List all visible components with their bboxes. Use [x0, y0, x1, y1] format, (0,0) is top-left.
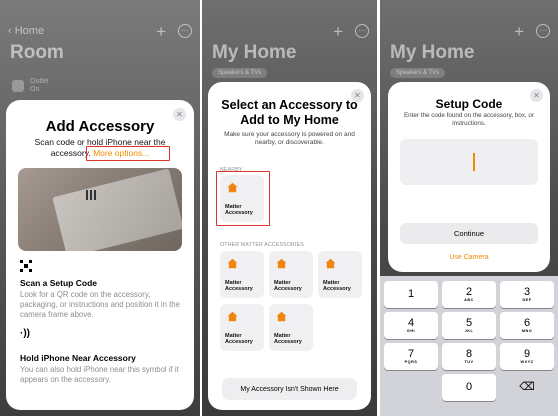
outlet-status: On	[30, 86, 40, 94]
nfc-icon: ·))	[20, 328, 30, 339]
outlet-tile[interactable]: Outlet On	[12, 78, 49, 95]
key-letters: DEF	[522, 297, 532, 302]
tile-label: Matter Accessory	[225, 332, 253, 346]
sheet-subtitle: Enter the code found on the accessory, b…	[403, 112, 535, 128]
key-7[interactable]: 7 PQRS	[384, 343, 438, 370]
key-number: 6	[523, 316, 531, 329]
scan-title: Scan a Setup Code	[20, 278, 97, 288]
house-icon	[325, 258, 336, 269]
house-icon	[276, 258, 287, 269]
highlight-more-options	[86, 146, 170, 161]
back-label: Home	[14, 25, 45, 37]
plus-icon[interactable]: +	[333, 23, 343, 40]
delete-key[interactable]: ⌫	[500, 374, 554, 401]
add-accessory-sheet: ✕ Add Accessory Scan code or hold iPhone…	[6, 100, 194, 410]
matter-accessory-tile[interactable]: Matter Accessory	[269, 304, 313, 351]
hold-title: Hold iPhone Near Accessory	[20, 353, 136, 363]
key-8[interactable]: 8 TUV	[442, 343, 496, 370]
key-number: 7	[407, 347, 415, 360]
key-blank	[384, 374, 438, 401]
nav-bar: + ···	[210, 22, 369, 40]
backspace-icon: ⌫	[519, 381, 535, 393]
category-chip[interactable]: Speakers & TVs	[212, 68, 268, 78]
plus-icon[interactable]: +	[156, 23, 166, 40]
key-number: 8	[465, 347, 473, 360]
nav-bar: ‹ Home + ···	[8, 22, 192, 40]
matter-accessory-tile[interactable]: Matter Accessory	[269, 251, 313, 298]
more-icon[interactable]: ···	[536, 24, 550, 38]
matter-accessory-tile[interactable]: Matter Accessory	[220, 251, 264, 298]
plus-icon[interactable]: +	[514, 23, 524, 40]
key-letters: WXYZ	[520, 359, 534, 364]
key-number: 2	[465, 285, 473, 298]
other-section-label: OTHER MATTER ACCESSORIES	[220, 242, 304, 248]
house-icon	[227, 258, 238, 269]
house-icon	[227, 311, 238, 322]
key-letters: PQRS	[404, 359, 418, 364]
highlight-nearby-tile	[216, 171, 270, 226]
key-6[interactable]: 6 MNO	[500, 312, 554, 339]
tile-label: Matter Accessory	[274, 332, 302, 346]
select-accessory-sheet: ✕ Select an Accessory to Add to My Home …	[208, 82, 371, 410]
setup-code-screen: + ··· My Home Speakers & TVs ✕ Setup Cod…	[380, 0, 558, 416]
camera-viewfinder	[18, 168, 182, 251]
tile-label: Matter Accessory	[323, 279, 351, 293]
house-icon	[276, 311, 287, 322]
key-5[interactable]: 5 JKL	[442, 312, 496, 339]
qr-code-icon	[20, 260, 32, 272]
matter-accessory-tile[interactable]: Matter Accessory	[318, 251, 362, 298]
key-3[interactable]: 3 DEF	[500, 281, 554, 308]
sheet-title: Setup Code	[435, 97, 503, 111]
select-accessory-screen: + ··· My Home Speakers & TVs ✕ Select an…	[202, 0, 377, 416]
key-number: 4	[407, 316, 415, 329]
nav-bar: + ···	[388, 22, 550, 40]
setup-code-input[interactable]	[400, 139, 538, 185]
hold-body: You can also hold iPhone near this symbo…	[20, 365, 179, 384]
home-title: My Home	[212, 42, 297, 63]
key-4[interactable]: 4 GHI	[384, 312, 438, 339]
more-icon[interactable]: ···	[178, 24, 192, 38]
sheet-title: Add Accessory	[45, 118, 155, 135]
key-0[interactable]: 0	[442, 374, 496, 401]
key-number: 5	[465, 316, 473, 329]
numeric-keypad: 1 2 ABC 3 DEF 4 GHI 5 JKL 6 MNO 7 PQRS 8 TUV 9W…	[380, 276, 558, 416]
continue-button[interactable]: Continue	[400, 223, 538, 244]
key-number: 3	[523, 285, 531, 298]
key-letters: JKL	[464, 328, 474, 333]
category-chip[interactable]: Speakers & TVs	[390, 68, 446, 78]
room-title: Room	[10, 42, 64, 63]
scan-body: Look for a QR code on the accessory, pac…	[20, 290, 180, 319]
key-number: 9	[523, 347, 531, 360]
more-icon[interactable]: ···	[355, 24, 369, 38]
camera-card-image	[52, 168, 182, 251]
accessory-not-shown-button[interactable]: My Accessory Isn't Shown Here	[222, 378, 357, 400]
key-letters: ABC	[464, 297, 474, 302]
key-1[interactable]: 1	[384, 281, 438, 308]
key-letters: TUV	[464, 359, 474, 364]
matter-accessory-tile[interactable]: Matter Accessory	[220, 304, 264, 351]
key-letters: GHI	[406, 328, 416, 333]
key-2[interactable]: 2 ABC	[442, 281, 496, 308]
back-button[interactable]: ‹ Home	[8, 25, 44, 37]
text-cursor	[473, 153, 475, 171]
sheet-title: Select an Accessory to Add to My Home	[221, 98, 358, 127]
tile-label: Matter Accessory	[274, 279, 302, 293]
outlet-icon	[12, 80, 24, 93]
key-letters: MNO	[521, 328, 533, 333]
use-camera-link[interactable]: Use Camera	[388, 254, 550, 261]
sheet-subtitle: Make sure your accessory is powered on a…	[224, 131, 355, 147]
camera-qr-image	[86, 190, 96, 200]
key-9[interactable]: 9 WXYZ	[500, 343, 554, 370]
key-number: 0	[465, 381, 473, 393]
key-number: 1	[407, 288, 415, 300]
setup-code-sheet: ✕ Setup Code Enter the code found on the…	[388, 82, 550, 272]
outlet-name: Outlet	[30, 78, 49, 85]
add-accessory-screen: ‹ Home + ··· Room Outlet On ✕ Add Accesso…	[0, 0, 200, 416]
home-title: My Home	[390, 42, 475, 63]
tile-label: Matter Accessory	[225, 279, 253, 293]
